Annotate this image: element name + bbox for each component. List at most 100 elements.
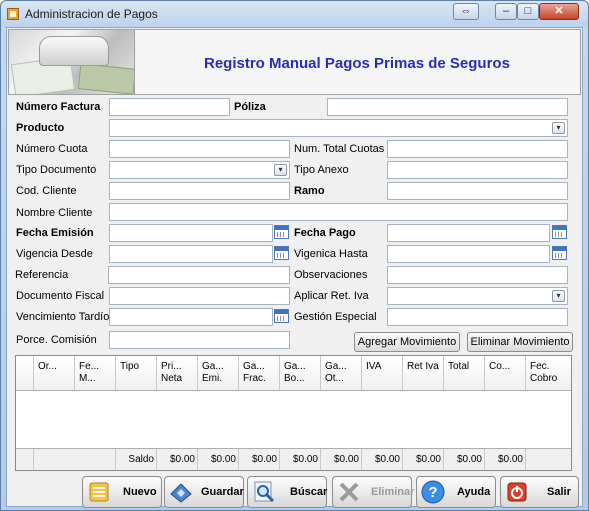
referencia-label: Referencia xyxy=(15,269,69,281)
column-header[interactable]: IVA xyxy=(362,356,403,390)
column-header[interactable]: Co... xyxy=(485,356,526,390)
column-header[interactable]: Ga... Ot... xyxy=(321,356,362,390)
tipo-anexo-input[interactable] xyxy=(387,161,568,179)
cod-cliente-input[interactable] xyxy=(109,182,290,200)
restore-button[interactable]: ⇔ xyxy=(453,3,479,20)
grid-summary-row: Saldo $0.00 $0.00 $0.00 $0.00 $0.00 $0.0… xyxy=(16,448,571,470)
nuevo-label: Nuevo xyxy=(123,486,157,498)
summary-cell xyxy=(16,449,34,470)
nuevo-button[interactable]: Nuevo xyxy=(82,476,162,508)
column-header[interactable]: Or... xyxy=(34,356,75,390)
search-icon xyxy=(254,481,275,503)
saldo-label: Saldo xyxy=(116,449,157,470)
svg-text:?: ? xyxy=(428,484,437,501)
summary-cell xyxy=(526,449,571,470)
summary-cell: $0.00 xyxy=(403,449,444,470)
eliminar-button[interactable]: Eliminar xyxy=(332,476,415,508)
porce-comision-input[interactable] xyxy=(109,331,290,349)
movimientos-grid[interactable]: Or... Fe... M... Tipo Pri... Neta Ga... … xyxy=(15,355,572,471)
column-header[interactable]: Tipo xyxy=(116,356,157,390)
ayuda-button[interactable]: ? Ayuda xyxy=(416,476,496,508)
poliza-input[interactable] xyxy=(327,98,568,116)
referencia-input[interactable] xyxy=(108,266,290,284)
chevron-down-icon[interactable]: ▾ xyxy=(552,122,565,134)
new-record-icon xyxy=(89,482,109,502)
calendar-icon[interactable] xyxy=(274,246,289,260)
summary-cell: $0.00 xyxy=(444,449,485,470)
nombre-cliente-input[interactable] xyxy=(109,203,568,221)
salir-button[interactable]: Salir xyxy=(500,476,579,508)
numero-cuota-input[interactable] xyxy=(109,140,290,158)
tipo-documento-label: Tipo Documento xyxy=(16,164,97,176)
column-header[interactable]: Fec. Cobro xyxy=(526,356,571,390)
chevron-down-icon[interactable]: ▾ xyxy=(552,290,565,302)
producto-dropdown[interactable]: ▾ xyxy=(109,119,568,137)
summary-cell xyxy=(34,449,116,470)
vigencia-hasta-label: Vigenica Hasta xyxy=(294,248,368,260)
delete-icon xyxy=(339,482,359,502)
aplicar-ret-iva-label: Aplicar Ret. Iva xyxy=(294,290,369,302)
observaciones-input[interactable] xyxy=(387,266,568,284)
eliminar-movimiento-button[interactable]: Eliminar Movimiento xyxy=(467,332,573,352)
guardar-label: Guardar xyxy=(201,486,244,498)
producto-label: Producto xyxy=(16,122,65,134)
fecha-pago-label: Fecha Pago xyxy=(294,227,356,239)
summary-cell: $0.00 xyxy=(198,449,239,470)
buscar-label: Búscar xyxy=(290,486,328,498)
gestion-especial-label: Gestión Especial xyxy=(294,311,377,323)
header-banner: Registro Manual Pagos Primas de Seguros xyxy=(8,29,581,95)
vencimiento-tardio-label: Vencimiento Tardío xyxy=(16,311,110,323)
exit-icon xyxy=(507,482,527,502)
column-header[interactable]: Ga... Emi. xyxy=(198,356,239,390)
salir-label: Salir xyxy=(547,486,571,498)
maximize-button[interactable]: □ xyxy=(517,3,539,20)
documento-fiscal-input[interactable] xyxy=(109,287,290,305)
ramo-input[interactable] xyxy=(387,182,568,200)
summary-cell: $0.00 xyxy=(157,449,198,470)
form-client-area: Registro Manual Pagos Primas de Seguros … xyxy=(6,27,583,508)
cod-cliente-label: Cod. Cliente xyxy=(16,185,77,197)
observaciones-label: Observaciones xyxy=(294,269,368,281)
num-total-cuotas-input[interactable] xyxy=(387,140,568,158)
aplicar-ret-iva-dropdown[interactable]: ▾ xyxy=(387,287,568,305)
minimize-button[interactable]: – xyxy=(495,3,517,20)
calendar-icon[interactable] xyxy=(274,309,289,323)
poliza-label: Póliza xyxy=(234,101,266,113)
calendar-icon[interactable] xyxy=(552,225,567,239)
guardar-button[interactable]: Guardar xyxy=(164,476,244,508)
tipo-documento-dropdown[interactable]: ▾ xyxy=(109,161,290,179)
summary-cell: $0.00 xyxy=(362,449,403,470)
column-header[interactable]: Ret Iva xyxy=(403,356,444,390)
fecha-emision-input[interactable] xyxy=(109,224,273,242)
column-header[interactable]: Ga... Frac. xyxy=(239,356,280,390)
column-header[interactable]: Ga... Bo... xyxy=(280,356,321,390)
calendar-icon[interactable] xyxy=(552,246,567,260)
close-button[interactable]: ✕ xyxy=(539,3,579,20)
ramo-label: Ramo xyxy=(294,185,325,197)
column-header[interactable]: Pri... Neta xyxy=(157,356,198,390)
agregar-movimiento-button[interactable]: Agregar Movimiento xyxy=(354,332,460,352)
vigencia-hasta-input[interactable] xyxy=(387,245,550,263)
eliminar-label: Eliminar xyxy=(371,486,415,498)
calendar-icon[interactable] xyxy=(274,225,289,239)
num-total-cuotas-label: Num. Total Cuotas xyxy=(294,143,385,155)
fecha-pago-input[interactable] xyxy=(387,224,550,242)
banner-image xyxy=(9,30,135,94)
buscar-button[interactable]: Búscar xyxy=(247,476,327,508)
chevron-down-icon[interactable]: ▾ xyxy=(274,164,287,176)
gestion-especial-input[interactable] xyxy=(387,308,568,326)
summary-cell: $0.00 xyxy=(321,449,362,470)
title-bar: Administracion de Pagos ⇔ – □ ✕ xyxy=(1,1,588,27)
documento-fiscal-label: Documento Fiscal xyxy=(16,290,105,302)
column-header[interactable]: Fe... M... xyxy=(75,356,116,390)
vencimiento-tardio-input[interactable] xyxy=(109,308,273,326)
save-icon xyxy=(170,483,192,503)
summary-cell: $0.00 xyxy=(239,449,280,470)
numero-factura-input[interactable] xyxy=(109,98,230,116)
numero-factura-label: Número Factura xyxy=(16,101,101,113)
fecha-emision-label: Fecha Emisión xyxy=(16,227,94,239)
row-selector-header xyxy=(16,356,34,390)
vigencia-desde-input[interactable] xyxy=(109,245,273,263)
porce-comision-label: Porce. Comisión xyxy=(16,334,97,346)
column-header[interactable]: Total xyxy=(444,356,485,390)
